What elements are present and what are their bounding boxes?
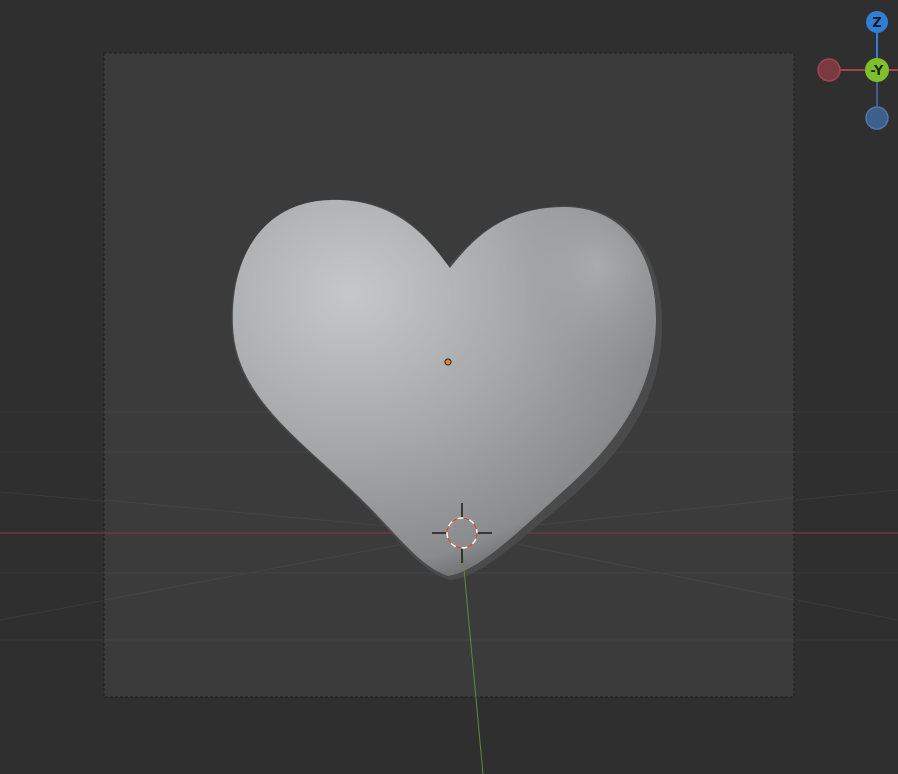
gizmo-neg-x-ball[interactable] xyxy=(817,58,841,82)
object-origin-dot xyxy=(444,358,452,366)
gizmo-z-label: Z xyxy=(872,16,881,31)
viewport-canvas[interactable]: Z -Y xyxy=(0,0,898,774)
3d-viewport[interactable]: Z -Y xyxy=(0,0,898,774)
gizmo-neg-y-label: -Y xyxy=(871,64,884,79)
gizmo-neg-z-ball[interactable] xyxy=(865,106,889,130)
